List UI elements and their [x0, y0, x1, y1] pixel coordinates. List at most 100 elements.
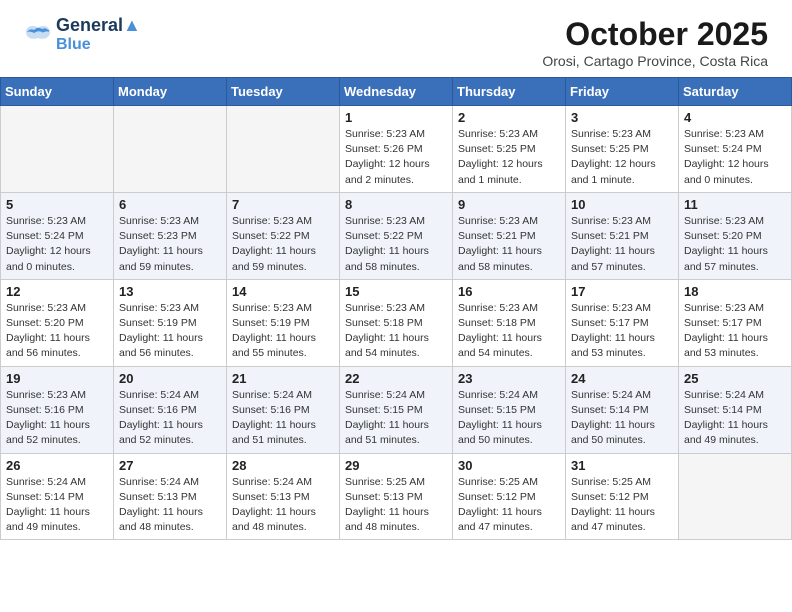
table-row: 30 Sunrise: 5:25 AMSunset: 5:12 PMDayligh… [453, 453, 566, 540]
day-number: 2 [458, 110, 560, 125]
day-number: 6 [119, 197, 221, 212]
day-info: Sunrise: 5:23 AMSunset: 5:20 PMDaylight:… [6, 301, 108, 362]
page-header: General▲ Blue October 2025 Orosi, Cartag… [0, 0, 792, 77]
day-info: Sunrise: 5:25 AMSunset: 5:12 PMDaylight:… [571, 475, 673, 536]
day-info: Sunrise: 5:23 AMSunset: 5:25 PMDaylight:… [571, 127, 673, 188]
table-row: 24 Sunrise: 5:24 AMSunset: 5:14 PMDayligh… [566, 366, 679, 453]
day-info: Sunrise: 5:23 AMSunset: 5:21 PMDaylight:… [458, 214, 560, 275]
table-row: 16Sunrise: 5:23 AMSunset: 5:18 PMDayligh… [453, 279, 566, 366]
calendar-header-row: Sunday Monday Tuesday Wednesday Thursday… [1, 78, 792, 106]
day-info: Sunrise: 5:24 AMSunset: 5:14 PMDaylight:… [684, 388, 786, 449]
day-number: 4 [684, 110, 786, 125]
col-friday: Friday [566, 78, 679, 106]
day-number: 21 [232, 371, 334, 386]
day-info: Sunrise: 5:23 AMSunset: 5:17 PMDaylight:… [684, 301, 786, 362]
table-row: 29 Sunrise: 5:25 AMSunset: 5:13 PMDayligh… [340, 453, 453, 540]
day-info: Sunrise: 5:23 AMSunset: 5:19 PMDaylight:… [232, 301, 334, 362]
table-row: 7 Sunrise: 5:23 AMSunset: 5:22 PMDaylight… [227, 192, 340, 279]
day-number: 22 [345, 371, 447, 386]
day-number: 15 [345, 284, 447, 299]
day-number: 19 [6, 371, 108, 386]
table-row: 12Sunrise: 5:23 AMSunset: 5:20 PMDayligh… [1, 279, 114, 366]
day-number: 7 [232, 197, 334, 212]
table-row [114, 106, 227, 193]
day-number: 29 [345, 458, 447, 473]
table-row: 20 Sunrise: 5:24 AMSunset: 5:16 PMDayligh… [114, 366, 227, 453]
col-tuesday: Tuesday [227, 78, 340, 106]
table-row: 17 Sunrise: 5:23 AMSunset: 5:17 PMDayligh… [566, 279, 679, 366]
day-info: Sunrise: 5:24 AMSunset: 5:13 PMDaylight:… [119, 475, 221, 536]
table-row: 28 Sunrise: 5:24 AMSunset: 5:13 PMDayligh… [227, 453, 340, 540]
day-info: Sunrise: 5:23 AMSunset: 5:17 PMDaylight:… [571, 301, 673, 362]
day-info: Sunrise: 5:23 AMSunset: 5:22 PMDaylight:… [345, 214, 447, 275]
day-info: Sunrise: 5:23 AMSunset: 5:26 PMDaylight:… [345, 127, 447, 188]
day-number: 23 [458, 371, 560, 386]
table-row: 19 Sunrise: 5:23 AMSunset: 5:16 PMDayligh… [1, 366, 114, 453]
calendar-week-row: 1 Sunrise: 5:23 AMSunset: 5:26 PMDaylight… [1, 106, 792, 193]
table-row: 10Sunrise: 5:23 AMSunset: 5:21 PMDayligh… [566, 192, 679, 279]
day-info: Sunrise: 5:23 AMSunset: 5:16 PMDaylight:… [6, 388, 108, 449]
day-info: Sunrise: 5:24 AMSunset: 5:15 PMDaylight:… [458, 388, 560, 449]
day-number: 18 [684, 284, 786, 299]
table-row: 22 Sunrise: 5:24 AMSunset: 5:15 PMDayligh… [340, 366, 453, 453]
table-row: 14 Sunrise: 5:23 AMSunset: 5:19 PMDayligh… [227, 279, 340, 366]
table-row: 4Sunrise: 5:23 AMSunset: 5:24 PMDaylight… [679, 106, 792, 193]
table-row [227, 106, 340, 193]
col-saturday: Saturday [679, 78, 792, 106]
table-row: 6 Sunrise: 5:23 AMSunset: 5:23 PMDaylight… [114, 192, 227, 279]
table-row: 9 Sunrise: 5:23 AMSunset: 5:21 PMDaylight… [453, 192, 566, 279]
calendar-week-row: 12Sunrise: 5:23 AMSunset: 5:20 PMDayligh… [1, 279, 792, 366]
day-info: Sunrise: 5:24 AMSunset: 5:16 PMDaylight:… [119, 388, 221, 449]
subtitle: Orosi, Cartago Province, Costa Rica [542, 53, 768, 69]
day-number: 30 [458, 458, 560, 473]
day-number: 13 [119, 284, 221, 299]
day-number: 1 [345, 110, 447, 125]
day-number: 20 [119, 371, 221, 386]
table-row [1, 106, 114, 193]
day-number: 31 [571, 458, 673, 473]
day-number: 10 [571, 197, 673, 212]
day-info: Sunrise: 5:24 AMSunset: 5:13 PMDaylight:… [232, 475, 334, 536]
table-row: 18 Sunrise: 5:23 AMSunset: 5:17 PMDayligh… [679, 279, 792, 366]
table-row: 1 Sunrise: 5:23 AMSunset: 5:26 PMDaylight… [340, 106, 453, 193]
day-number: 17 [571, 284, 673, 299]
day-info: Sunrise: 5:24 AMSunset: 5:14 PMDaylight:… [6, 475, 108, 536]
day-number: 28 [232, 458, 334, 473]
logo-icon [24, 24, 52, 46]
day-number: 11 [684, 197, 786, 212]
table-row: 31 Sunrise: 5:25 AMSunset: 5:12 PMDayligh… [566, 453, 679, 540]
table-row: 2Sunrise: 5:23 AMSunset: 5:25 PMDaylight… [453, 106, 566, 193]
day-info: Sunrise: 5:23 AMSunset: 5:19 PMDaylight:… [119, 301, 221, 362]
day-info: Sunrise: 5:25 AMSunset: 5:12 PMDaylight:… [458, 475, 560, 536]
day-info: Sunrise: 5:23 AMSunset: 5:24 PMDaylight:… [6, 214, 108, 275]
day-number: 25 [684, 371, 786, 386]
col-wednesday: Wednesday [340, 78, 453, 106]
calendar-week-row: 5Sunrise: 5:23 AMSunset: 5:24 PMDaylight… [1, 192, 792, 279]
table-row: 15 Sunrise: 5:23 AMSunset: 5:18 PMDayligh… [340, 279, 453, 366]
calendar-table: Sunday Monday Tuesday Wednesday Thursday… [0, 77, 792, 540]
calendar-week-row: 19 Sunrise: 5:23 AMSunset: 5:16 PMDayligh… [1, 366, 792, 453]
day-info: Sunrise: 5:23 AMSunset: 5:22 PMDaylight:… [232, 214, 334, 275]
day-info: Sunrise: 5:24 AMSunset: 5:16 PMDaylight:… [232, 388, 334, 449]
table-row: 23 Sunrise: 5:24 AMSunset: 5:15 PMDayligh… [453, 366, 566, 453]
day-info: Sunrise: 5:24 AMSunset: 5:14 PMDaylight:… [571, 388, 673, 449]
day-info: Sunrise: 5:25 AMSunset: 5:13 PMDaylight:… [345, 475, 447, 536]
table-row: 5Sunrise: 5:23 AMSunset: 5:24 PMDaylight… [1, 192, 114, 279]
day-number: 14 [232, 284, 334, 299]
day-number: 24 [571, 371, 673, 386]
table-row: 26Sunrise: 5:24 AMSunset: 5:14 PMDayligh… [1, 453, 114, 540]
table-row: 21 Sunrise: 5:24 AMSunset: 5:16 PMDayligh… [227, 366, 340, 453]
table-row: 13 Sunrise: 5:23 AMSunset: 5:19 PMDayligh… [114, 279, 227, 366]
col-sunday: Sunday [1, 78, 114, 106]
table-row [679, 453, 792, 540]
logo: General▲ Blue [24, 16, 141, 53]
day-info: Sunrise: 5:24 AMSunset: 5:15 PMDaylight:… [345, 388, 447, 449]
day-info: Sunrise: 5:23 AMSunset: 5:23 PMDaylight:… [119, 214, 221, 275]
day-number: 16 [458, 284, 560, 299]
table-row: 11Sunrise: 5:23 AMSunset: 5:20 PMDayligh… [679, 192, 792, 279]
day-info: Sunrise: 5:23 AMSunset: 5:18 PMDaylight:… [345, 301, 447, 362]
logo-text: General▲ Blue [56, 16, 141, 53]
day-number: 9 [458, 197, 560, 212]
calendar-week-row: 26Sunrise: 5:24 AMSunset: 5:14 PMDayligh… [1, 453, 792, 540]
day-number: 27 [119, 458, 221, 473]
